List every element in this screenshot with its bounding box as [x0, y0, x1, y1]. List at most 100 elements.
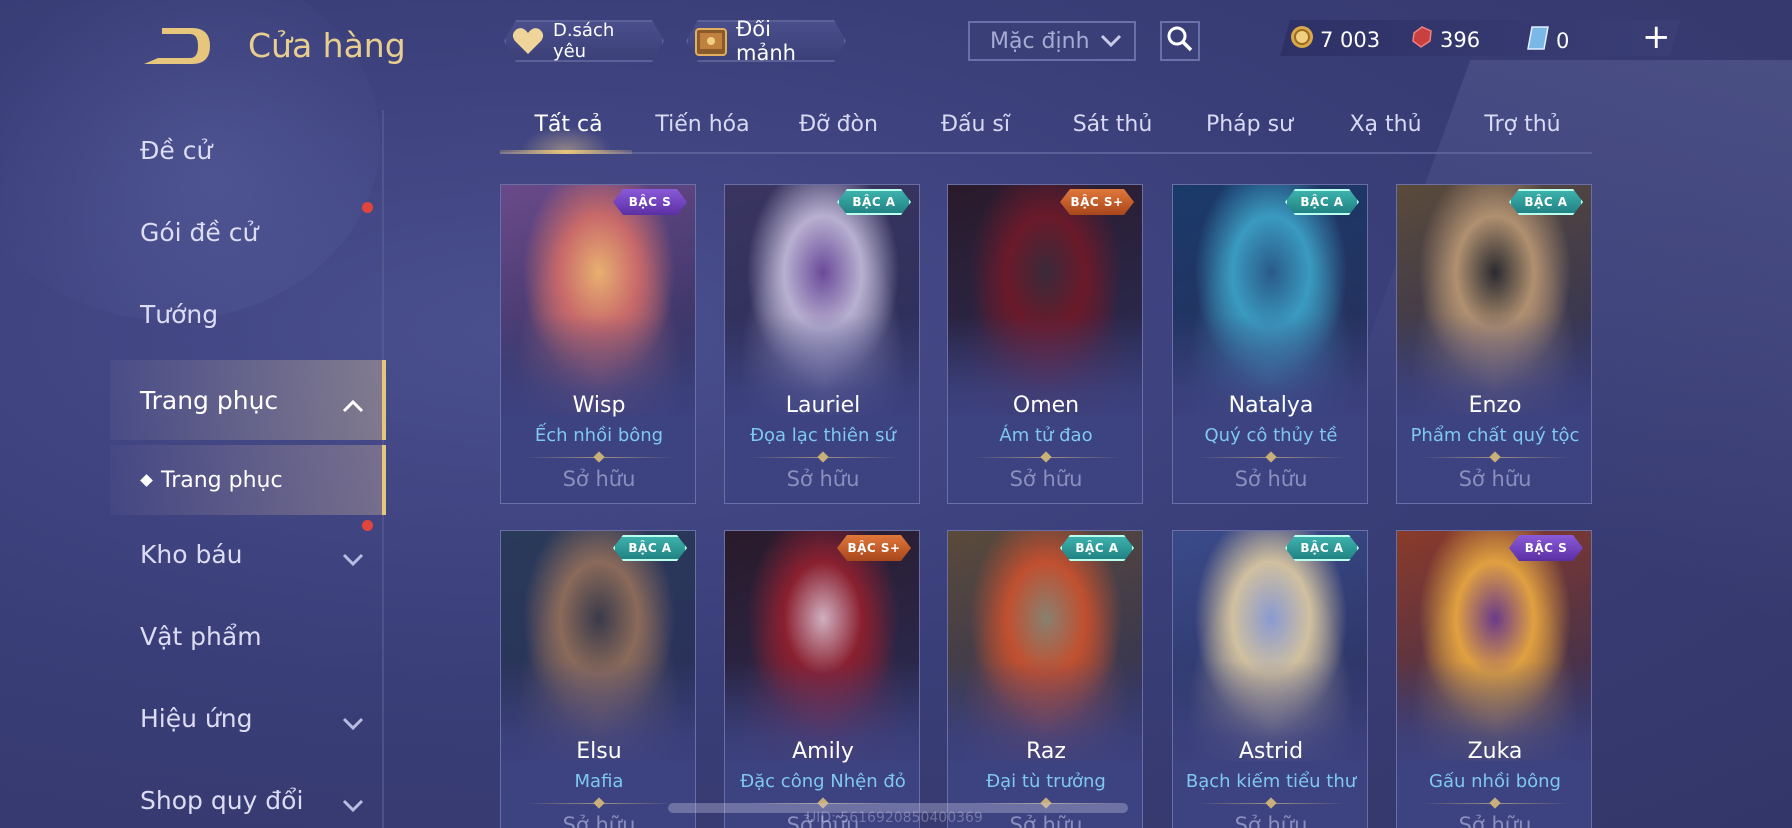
gem-amount: 396 [1440, 27, 1481, 52]
ownership-status: Sở hữu [1458, 467, 1532, 491]
back-button[interactable] [140, 24, 216, 68]
sidebar-item-label: Đề cử [140, 135, 213, 165]
back-arrow-icon [144, 28, 210, 64]
skin-card[interactable]: BẬC A Raz Đại tù trưởng Sở hữu [947, 530, 1143, 828]
sidebar-item-featured[interactable]: Đề cử [0, 114, 386, 186]
skin-name: Phẩm chất quý tộc [1410, 425, 1580, 446]
skin-card[interactable]: BẬC A Lauriel Đọa lạc thiên sứ Sở hữu [724, 184, 920, 504]
hero-name: Amily [792, 739, 854, 764]
ownership-status: Sở hữu [1458, 813, 1532, 828]
gold-coin-icon [1290, 25, 1314, 54]
ownership-status: Sở hữu [562, 467, 636, 491]
heart-icon [512, 25, 545, 57]
shard-exchange-button[interactable]: Đổi mảnh [686, 20, 846, 62]
tier-badge: BẬC S [613, 189, 687, 215]
sidebar-item-label: Vật phẩm [140, 621, 262, 651]
tab-assassin[interactable]: Sát thủ [1044, 112, 1181, 137]
tab-mage[interactable]: Pháp sư [1181, 112, 1318, 137]
sidebar-item-label: Gói đề cử [140, 217, 259, 247]
voucher-amount: 0 [1556, 28, 1570, 53]
skin-name: Đại tù trưởng [986, 771, 1106, 792]
sidebar-item-effects[interactable]: Hiệu ứng [0, 682, 386, 754]
sidebar-item-label: Hiệu ứng [140, 703, 253, 733]
tab-tank[interactable]: Đỡ đòn [770, 112, 907, 137]
active-tab-underline [500, 150, 632, 154]
skin-card[interactable]: BẬC A Elsu Mafia Sở hữu [500, 530, 696, 828]
sidebar-item-label: Kho báu [140, 539, 243, 569]
notification-dot [362, 202, 373, 213]
skin-card[interactable]: BẬC S Wisp Ếch nhồi bông Sở hữu [500, 184, 696, 504]
sidebar-item-items[interactable]: Vật phẩm [0, 600, 386, 672]
hero-name: Astrid [1238, 739, 1304, 764]
search-icon [1166, 25, 1194, 57]
skin-name: Đọa lạc thiên sứ [750, 425, 896, 446]
skin-card[interactable]: BẬC A Enzo Phẩm chất quý tộc Sở hữu [1396, 184, 1592, 504]
sidebar-item-label: Tướng [140, 299, 219, 329]
gem-currency: 396 [1410, 25, 1480, 54]
sidebar-item-label: Trang phục [140, 385, 279, 415]
gold-currency: 7 003 [1290, 25, 1380, 54]
hero-name: Raz [1026, 739, 1066, 764]
tab-evolution[interactable]: Tiến hóa [634, 112, 771, 137]
sidebar-item-skins[interactable]: Trang phục [110, 360, 386, 440]
favorites-button[interactable]: D.sách yêu [504, 20, 664, 62]
voucher-card-icon [1526, 25, 1550, 56]
skin-name: Đặc công Nhện đỏ [740, 771, 906, 792]
ownership-status: Sở hữu [1234, 813, 1308, 828]
sidebar-item-exchange-shop[interactable]: Shop quy đổi [0, 764, 386, 828]
sidebar-item-treasure[interactable]: Kho báu [0, 518, 386, 590]
tab-all[interactable]: Tất cả [500, 112, 637, 137]
sidebar: Đề cử Gói đề cử Tướng Trang phục Trang p… [0, 110, 386, 828]
skin-card[interactable]: BẬC S+ Omen Ám tử đao Sở hữu [947, 184, 1143, 504]
skin-card[interactable]: BẬC A Natalya Quý cô thủy tề Sở hữu [1172, 184, 1368, 504]
skin-name: Bạch kiếm tiểu thư [1185, 771, 1357, 792]
hero-name: Omen [1012, 393, 1080, 418]
skin-card[interactable]: BẬC S Zuka Gấu nhồi bông Sở hữu [1396, 530, 1592, 828]
search-button[interactable] [1160, 21, 1200, 61]
gold-amount: 7 003 [1320, 27, 1381, 52]
skin-card[interactable]: BẬC A Astrid Bạch kiếm tiểu thư Sở hữu [1172, 530, 1368, 828]
skin-name: Ám tử đao [999, 425, 1093, 446]
sidebar-subitem-label: Trang phục [161, 467, 283, 493]
skin-card[interactable]: BẬC S+ Amily Đặc công Nhện đỏ Sở hữu [724, 530, 920, 828]
tier-badge: BẬC A [1060, 535, 1134, 561]
chevron-up-icon [342, 390, 364, 419]
sidebar-subitem-skins[interactable]: Trang phục [110, 445, 386, 515]
chevron-down-icon [342, 544, 364, 573]
hero-name: Elsu [576, 739, 622, 764]
role-tabs: Tất cả Tiến hóa Đỡ đòn Đấu sĩ Sát thủ Ph… [500, 108, 1592, 158]
tier-badge: BẬC S+ [837, 535, 911, 561]
ownership-status: Sở hữu [1009, 467, 1083, 491]
red-gem-icon [1410, 25, 1434, 54]
tier-badge: BẬC S+ [1060, 189, 1134, 215]
shard-exchange-label: Đổi mảnh [736, 17, 796, 65]
uid-watermark: UID: 5616920850400369 [806, 810, 983, 826]
tabs-baseline [500, 152, 1592, 154]
currency-bar: 7 003 396 0 + [1280, 20, 1680, 56]
tier-badge: BẬC A [613, 535, 687, 561]
sidebar-item-featured-bundles[interactable]: Gói đề cử [0, 196, 386, 268]
voucher-currency: 0 [1526, 25, 1569, 56]
ownership-status: Sở hữu [786, 467, 860, 491]
sidebar-item-heroes[interactable]: Tướng [0, 278, 386, 350]
treasure-chest-icon [694, 25, 728, 57]
tab-fighter[interactable]: Đấu sĩ [907, 112, 1044, 137]
sort-dropdown[interactable]: Mặc định [968, 21, 1136, 61]
chevron-down-icon [342, 708, 364, 737]
skin-name: Gấu nhồi bông [1429, 771, 1561, 792]
skin-name: Ếch nhồi bông [534, 425, 664, 446]
hero-name: Lauriel [785, 393, 861, 418]
tier-badge: BẬC S [1509, 535, 1583, 561]
tier-badge: BẬC A [1285, 535, 1359, 561]
tab-marksman[interactable]: Xạ thủ [1317, 112, 1454, 137]
skin-name: Mafia [574, 771, 624, 792]
hero-name: Enzo [1468, 393, 1522, 418]
skin-name: Quý cô thủy tề [1204, 425, 1338, 446]
tab-support[interactable]: Trợ thủ [1454, 112, 1591, 137]
hero-name: Natalya [1228, 393, 1314, 418]
diamond-bullet-icon [140, 473, 153, 487]
sidebar-item-label: Shop quy đổi [140, 785, 304, 815]
add-currency-button[interactable]: + [1642, 22, 1671, 52]
hero-name: Wisp [572, 393, 626, 418]
sort-selected-value: Mặc định [990, 28, 1090, 54]
